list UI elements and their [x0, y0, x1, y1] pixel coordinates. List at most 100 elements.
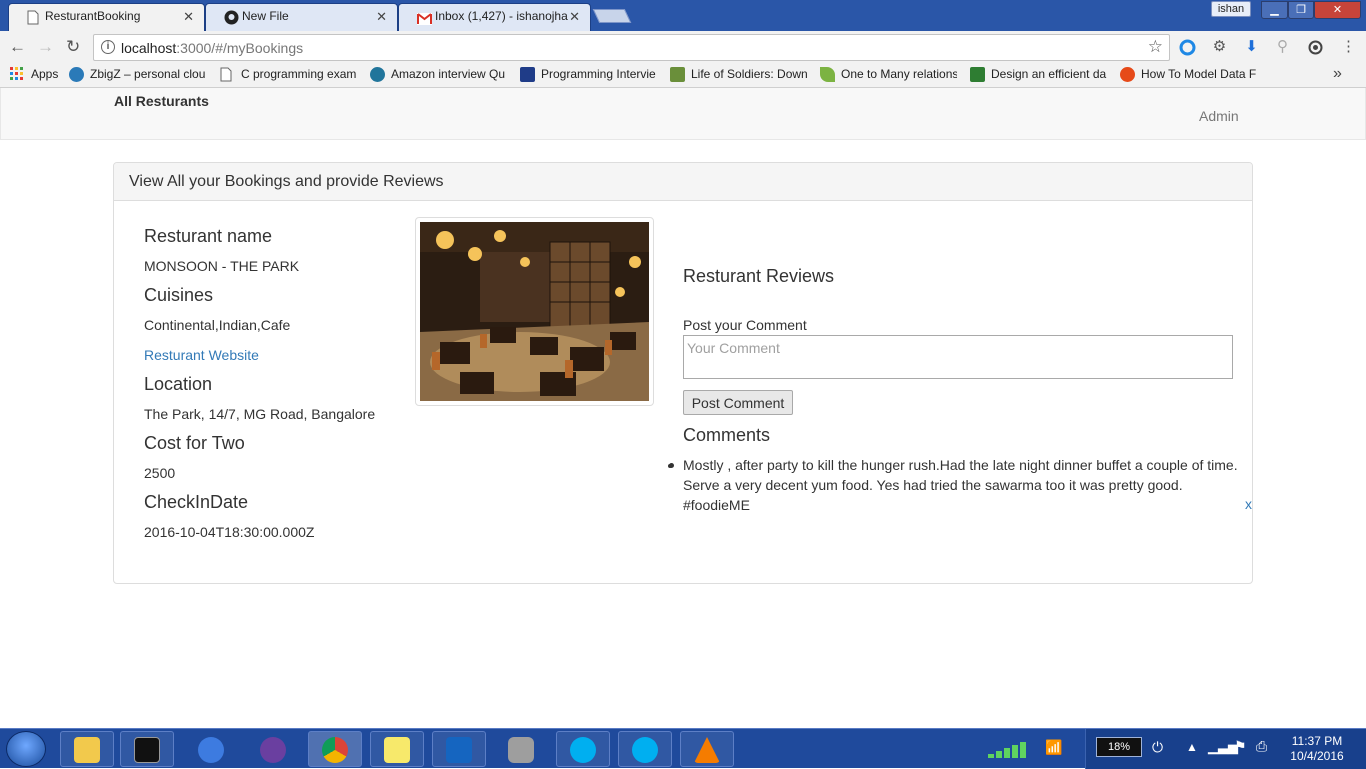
- location: The Park, 14/7, MG Road, Bangalore: [144, 406, 376, 422]
- reload-icon[interactable]: ↻: [66, 38, 80, 56]
- geeks-icon: [970, 67, 985, 82]
- minimize-button[interactable]: ▁: [1261, 1, 1288, 19]
- taskbar-thunderbird[interactable]: [184, 731, 238, 767]
- tab-new-file[interactable]: New File ✕: [205, 3, 398, 31]
- close-window-button[interactable]: ✕: [1314, 1, 1361, 19]
- taskbar-skype-2[interactable]: [618, 731, 672, 767]
- close-icon[interactable]: ✕: [376, 4, 387, 29]
- back-icon[interactable]: ←: [9, 38, 26, 56]
- delete-comment-button[interactable]: x: [1245, 496, 1252, 512]
- comment-input[interactable]: [683, 335, 1233, 379]
- browser-toolbar: ← → ↻ i localhost:3000/#/myBookings ☆ ⚙ …: [0, 31, 1366, 63]
- taskbar-chrome[interactable]: [308, 731, 362, 767]
- location-label: Location: [144, 374, 213, 394]
- restaurant-photo: [415, 217, 654, 406]
- restaurant-website-link[interactable]: Resturant Website: [144, 347, 259, 363]
- checkin-label: CheckInDate: [144, 492, 249, 512]
- page-content: All Resturants Admin View All your Booki…: [0, 88, 1366, 728]
- close-icon[interactable]: ✕: [569, 4, 580, 29]
- zbigz-icon: [69, 67, 84, 82]
- windows-taskbar: 📶 18% ⏻ ▲ ▁▃▅ ⚑ ⎙ 11:37 PM 10/4/2016: [0, 728, 1366, 769]
- bookmark-design-efficient[interactable]: Design an efficient da: [970, 67, 1107, 85]
- bookmark-apps[interactable]: Apps: [10, 67, 65, 85]
- chevron-up-icon[interactable]: ▲: [1186, 740, 1198, 754]
- profile-button[interactable]: ishan: [1211, 1, 1251, 17]
- start-button[interactable]: [6, 731, 46, 767]
- tab-title: Inbox (1,427) - ishanojha: [435, 9, 568, 23]
- bookmark-life-of-soldiers[interactable]: Life of Soldiers: Down: [670, 67, 807, 85]
- page-icon: [220, 67, 235, 82]
- post-comment-button[interactable]: Post Comment: [683, 390, 793, 415]
- download-icon[interactable]: ⬇: [1243, 39, 1260, 56]
- comments-title: Comments: [683, 425, 771, 445]
- clock-date: 10/4/2016: [1290, 749, 1344, 763]
- signal-strength-icon[interactable]: [988, 740, 1032, 758]
- record-icon[interactable]: [1307, 39, 1324, 56]
- database-icon: [508, 737, 534, 763]
- close-icon[interactable]: ✕: [183, 4, 194, 29]
- sticky-notes-icon: [384, 737, 410, 763]
- address-bar[interactable]: i localhost:3000/#/myBookings ☆: [93, 34, 1170, 61]
- vlc-icon: [694, 737, 720, 763]
- nav-admin[interactable]: Admin: [1199, 108, 1239, 124]
- chevron-right-icon[interactable]: »: [1333, 65, 1342, 83]
- checkin-date: 2016-10-04T18:30:00.000Z: [144, 524, 315, 540]
- cost: 2500: [144, 465, 176, 481]
- taskbar-vlc[interactable]: [680, 731, 734, 767]
- flag-icon[interactable]: ⚑: [1234, 738, 1247, 755]
- wireless-icon[interactable]: 📶: [1045, 739, 1062, 756]
- battery-indicator[interactable]: 18%: [1096, 737, 1142, 757]
- taskbar-skype[interactable]: [556, 731, 610, 767]
- bookmark-c-programming[interactable]: C programming exam: [220, 67, 356, 85]
- outlook-icon: [446, 737, 472, 763]
- taskbar-nvu[interactable]: [246, 731, 300, 767]
- tab-inbox[interactable]: Inbox (1,427) - ishanojha ✕: [398, 3, 591, 31]
- cost-label: Cost for Two: [144, 433, 245, 453]
- extension-icon[interactable]: ⚲: [1274, 39, 1291, 56]
- tab-resturant-booking[interactable]: ResturantBooking ✕: [8, 3, 205, 31]
- new-tab-button[interactable]: [592, 9, 632, 23]
- navbar: All Resturants Admin: [0, 88, 1366, 140]
- list-item: Mostly , after party to kill the hunger …: [669, 455, 1253, 515]
- nav-all-resturants[interactable]: All Resturants: [114, 93, 209, 109]
- bookmark-how-to-model[interactable]: How To Model Data F: [1120, 67, 1257, 85]
- taskbar-cmd[interactable]: [120, 731, 174, 767]
- system-clock[interactable]: 11:37 PM 10/4/2016: [1280, 734, 1354, 764]
- panel-heading: View All your Bookings and provide Revie…: [114, 163, 1252, 201]
- comments-list: Mostly , after party to kill the hunger …: [669, 455, 1253, 515]
- info-icon[interactable]: i: [101, 40, 115, 54]
- star-icon[interactable]: ☆: [1148, 37, 1163, 57]
- nvu-icon: [260, 737, 286, 763]
- post-comment-label: Post your Comment: [683, 317, 807, 333]
- taskbar-database[interactable]: [494, 731, 548, 767]
- bookmark-amazon-interview[interactable]: Amazon interview Qu: [370, 67, 507, 85]
- github-icon: [224, 9, 239, 25]
- power-plug-icon[interactable]: ⏻: [1152, 739, 1163, 756]
- bookmark-one-to-many[interactable]: One to Many relations: [820, 67, 957, 85]
- thunderbird-icon: [198, 737, 224, 763]
- maximize-button[interactable]: ❐: [1288, 1, 1314, 19]
- taskbar-file-explorer[interactable]: [60, 731, 114, 767]
- taskbar-sticky-notes[interactable]: [370, 731, 424, 767]
- cuisines-label: Cuisines: [144, 285, 214, 305]
- bookmark-zbigz[interactable]: ZbigZ – personal clou: [69, 67, 206, 85]
- clock-time: 11:37 PM: [1291, 734, 1343, 748]
- taskbar-outlook[interactable]: [432, 731, 486, 767]
- skype-icon: [632, 737, 658, 763]
- reviews-title: Resturant Reviews: [683, 266, 835, 286]
- wordpress-icon: [370, 67, 385, 82]
- url-text: localhost:3000/#/myBookings: [121, 40, 304, 56]
- bookmark-programming-interview[interactable]: Programming Intervie: [520, 67, 657, 85]
- menu-icon[interactable]: ⋮: [1340, 39, 1357, 56]
- skype-icon: [570, 737, 596, 763]
- apps-grid-icon: [10, 67, 25, 82]
- device-icon[interactable]: ⎙: [1256, 738, 1267, 755]
- cortana-icon[interactable]: [1179, 39, 1196, 56]
- model-icon: [1120, 67, 1135, 82]
- forward-icon[interactable]: →: [37, 38, 54, 56]
- bookmarks-bar: Apps ZbigZ – personal clou C programming…: [0, 63, 1366, 88]
- gear-icon[interactable]: ⚙: [1211, 39, 1228, 56]
- picture-icon: [670, 67, 685, 82]
- chrome-icon: [322, 737, 348, 763]
- grid-icon: [520, 67, 535, 82]
